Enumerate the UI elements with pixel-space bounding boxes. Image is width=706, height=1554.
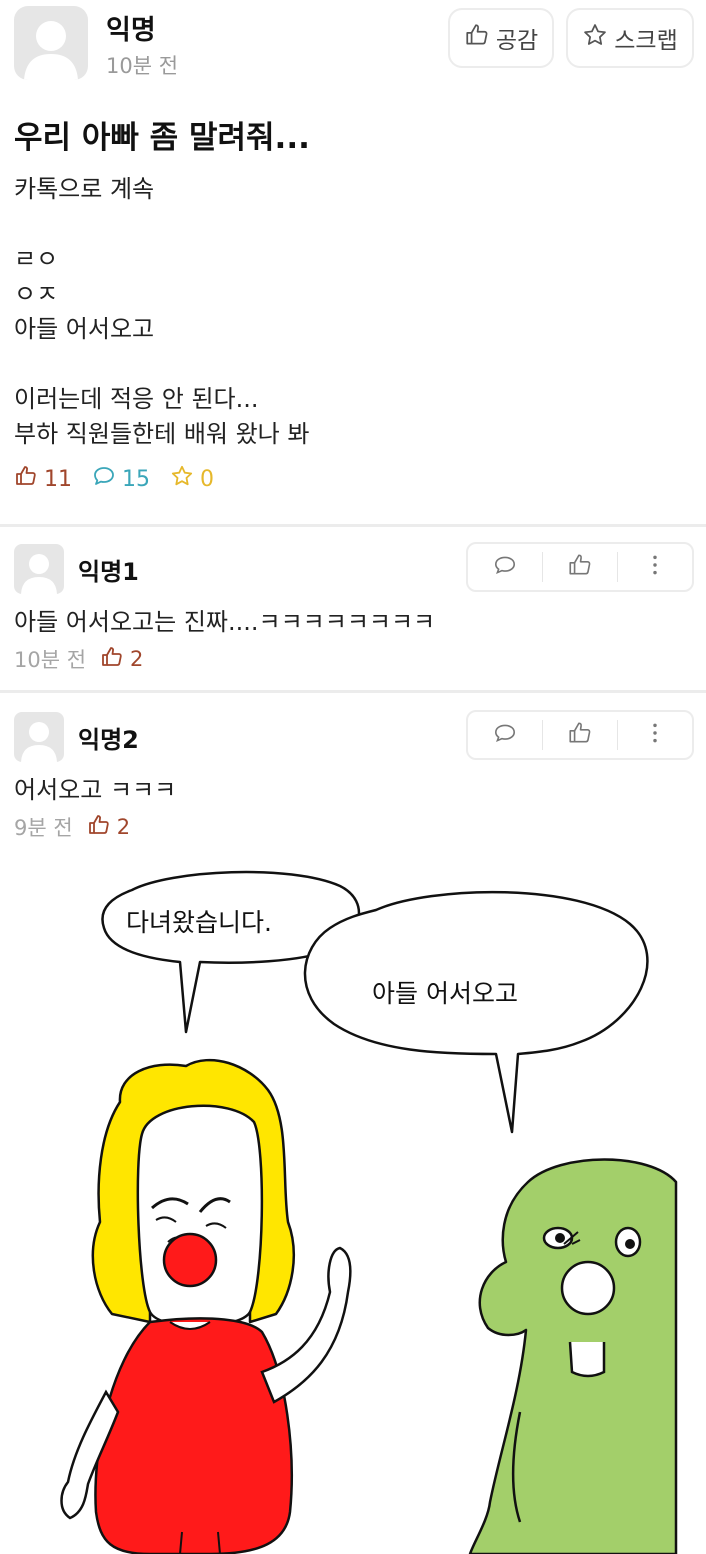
like-count-value: 11	[44, 466, 72, 492]
comment-count: 15	[92, 464, 150, 494]
comment-time: 9분 전	[14, 816, 73, 840]
comment-item: 익명2 어서오고 ㅋㅋㅋ 9분 전 2	[0, 706, 706, 856]
bubble-right-text: 아들 어서오고	[372, 979, 518, 1008]
comment-text: 아들 어서오고는 진짜....ㅋㅋㅋㅋㅋㅋㅋㅋ	[14, 608, 436, 636]
comment-toolbar	[466, 710, 694, 760]
thumbs-up-icon	[567, 552, 593, 582]
post-body-line	[14, 207, 694, 242]
scrap-button-label: 스크랩	[614, 28, 678, 54]
thumbs-up-icon	[464, 22, 490, 54]
comment-avatar	[14, 712, 64, 762]
scrap-count-value: 0	[200, 466, 214, 492]
comment-text: 어서오고 ㅋㅋㅋ	[14, 776, 177, 804]
speech-bubble-icon	[492, 720, 518, 750]
post-title: 우리 아빠 좀 말려줘...	[14, 120, 310, 156]
comment-like-button[interactable]	[543, 712, 617, 758]
speech-bubble-icon	[92, 464, 116, 494]
scrap-button[interactable]: 스크랩	[566, 8, 694, 68]
comment-like-value: 2	[116, 815, 131, 839]
comment-count-value: 15	[122, 466, 150, 492]
thumbs-up-icon	[14, 464, 38, 494]
like-button-label: 공감	[495, 28, 539, 54]
speech-bubble-right: 아들 어서오고	[303, 890, 649, 1134]
comment-time: 10분 전	[14, 648, 87, 672]
more-button[interactable]	[618, 544, 692, 590]
comic-canvas: 다녀왔습니다. 아들 어서오고	[60, 870, 678, 1554]
scrap-count: 0	[170, 464, 214, 494]
post-author: 익명	[106, 15, 156, 46]
comment-meta: 10분 전 2	[14, 644, 143, 674]
like-count: 11	[14, 464, 72, 494]
bubble-left-text: 다녀왔습니다.	[126, 908, 272, 937]
more-vertical-icon	[642, 552, 668, 582]
thumbs-up-icon	[87, 813, 111, 842]
post-time: 10분 전	[106, 54, 179, 78]
girl-character	[60, 1058, 352, 1554]
post-body-line	[14, 347, 694, 382]
comment-author: 익명2	[78, 726, 139, 754]
comment-like-button[interactable]	[543, 544, 617, 590]
star-icon	[582, 22, 608, 54]
divider	[0, 690, 706, 693]
comment-toolbar	[466, 542, 694, 592]
comment-avatar	[14, 544, 64, 594]
post-body-line: ㅇㅈ	[14, 280, 59, 308]
comment-author: 익명1	[78, 558, 139, 586]
speech-bubble-icon	[492, 552, 518, 582]
comment-item: 익명1 아들 어서오고는 진짜....ㅋㅋㅋㅋㅋㅋㅋㅋ 10분 전 2	[0, 538, 706, 688]
comic-illustration: 다녀왔습니다. 아들 어서오고	[0, 852, 706, 1554]
author-avatar	[14, 6, 88, 80]
green-character	[468, 1158, 678, 1554]
thumbs-up-icon	[567, 720, 593, 750]
post-stats: 11 15 0	[14, 464, 214, 494]
post-body-line: 아들 어서오고	[14, 315, 155, 343]
comment-like-value: 2	[130, 647, 144, 671]
reply-button[interactable]	[468, 712, 542, 758]
comment-meta: 9분 전 2	[14, 812, 130, 842]
comment-like-count: 2	[87, 813, 130, 842]
post-body-line: 카톡으로 계속	[14, 175, 155, 203]
post-header: 익명 10분 전 공감 스크랩	[0, 0, 706, 100]
star-icon	[170, 464, 194, 494]
thumbs-up-icon	[100, 645, 124, 674]
post-body-line: 이러는데 적응 안 된다...	[14, 385, 259, 413]
comment-like-count: 2	[100, 645, 143, 674]
like-button[interactable]: 공감	[448, 8, 554, 68]
post-body-line: ㄹㅇ	[14, 245, 59, 273]
post-body: 카톡으로 계속 ㄹㅇ ㅇㅈ 아들 어서오고 이러는데 적응 안 된다... 부하…	[14, 172, 694, 452]
more-vertical-icon	[642, 720, 668, 750]
more-button[interactable]	[618, 712, 692, 758]
post-body-line: 부하 직원들한테 배워 왔나 봐	[14, 420, 310, 448]
reply-button[interactable]	[468, 544, 542, 590]
divider	[0, 524, 706, 527]
